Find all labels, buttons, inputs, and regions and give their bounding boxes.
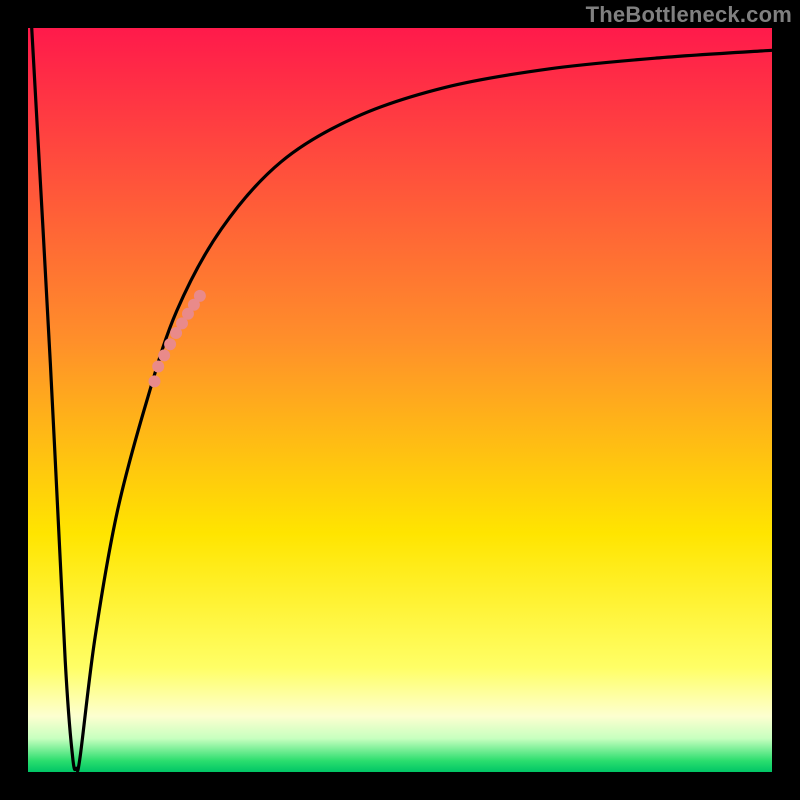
chart-container: { "watermark": "TheBottleneck.com", "cha… (0, 0, 800, 800)
watermark-text: TheBottleneck.com (586, 2, 792, 28)
highlight-dot (148, 375, 160, 387)
highlight-dot (152, 361, 164, 373)
highlight-dot (158, 349, 170, 361)
highlight-dot (194, 290, 206, 302)
chart-svg (0, 0, 800, 800)
highlight-dot (164, 338, 176, 350)
plot-background-gradient (28, 28, 772, 772)
